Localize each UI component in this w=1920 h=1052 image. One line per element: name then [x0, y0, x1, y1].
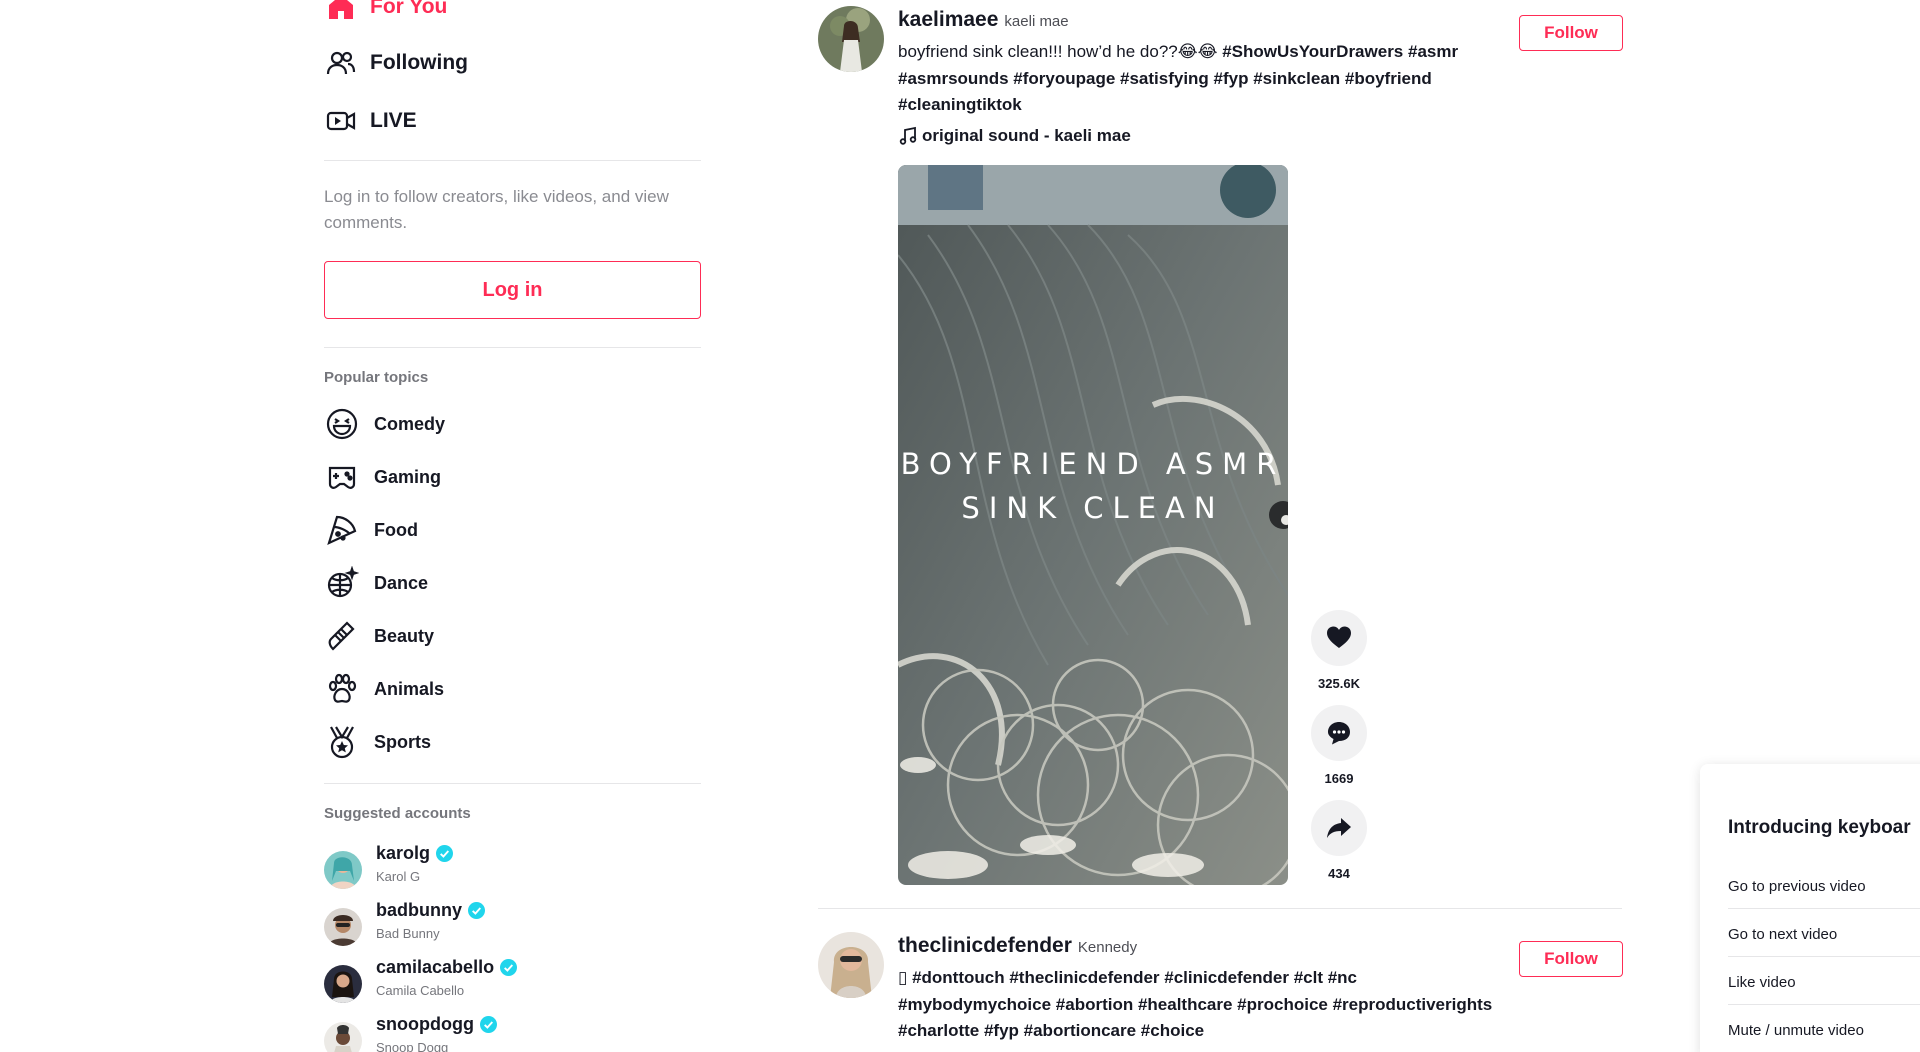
topic-animals[interactable]: Animals: [324, 669, 444, 709]
share-icon: [1327, 818, 1351, 838]
post-avatar[interactable]: [818, 932, 884, 998]
caption-text: boyfriend sink clean!!! how’d he do??😂😂: [898, 42, 1223, 61]
avatar: [324, 908, 362, 946]
dance-icon: [324, 565, 360, 601]
video-overlay-text: BOYFRIEND ASMR SINK CLEAN: [900, 447, 1286, 525]
verified-icon: [500, 959, 518, 976]
account-display-name: Camila Cabello: [376, 983, 465, 998]
gaming-icon: [324, 459, 360, 495]
suggested-account-badbunny[interactable]: badbunny Bad Bunny: [324, 900, 485, 946]
topic-label: Animals: [374, 678, 445, 699]
feed-divider: [818, 908, 1622, 909]
topic-beauty[interactable]: Beauty: [324, 616, 434, 656]
shortcut-divider: [1728, 956, 1920, 957]
shortcut-divider: [1728, 1004, 1920, 1005]
topic-label: Gaming: [374, 466, 442, 487]
post-username[interactable]: kaelimaee: [898, 8, 998, 32]
topic-sports[interactable]: Sports: [324, 722, 431, 762]
account-username: snoopdogg: [376, 1014, 497, 1035]
sidebar: For You Following LIVE Log in to follow …: [324, 0, 702, 1052]
sidebar-divider: [324, 347, 701, 348]
keyboard-shortcuts-panel: Introducing keyboar Go to previous video…: [1700, 764, 1920, 1052]
shortcut-like-video: Like video: [1728, 974, 1796, 991]
caption-text: ▯: [898, 968, 913, 987]
music-link[interactable]: original sound - kaeli mae: [898, 126, 1131, 146]
like-count: 325.6K: [1318, 676, 1360, 691]
sidebar-divider: [324, 783, 701, 784]
music-note-icon: [899, 126, 917, 145]
sports-icon: [324, 724, 360, 760]
suggested-account-snoopdogg[interactable]: snoopdogg Snoop Dogg: [324, 1014, 497, 1052]
keyboard-panel-title: Introducing keyboar: [1728, 817, 1911, 838]
post-nickname: kaeli mae: [1004, 13, 1069, 30]
nav-for-you-label: For You: [370, 0, 448, 18]
account-username: badbunny: [376, 900, 485, 921]
account-display-name: Karol G: [376, 869, 421, 884]
nav-following[interactable]: Following: [324, 43, 468, 83]
account-display-name: Snoop Dogg: [376, 1040, 449, 1052]
verified-icon: [479, 1016, 497, 1033]
nav-following-label: Following: [370, 51, 468, 74]
following-icon: [324, 46, 358, 80]
account-username: camilacabello: [376, 957, 518, 978]
follow-button[interactable]: Follow: [1519, 15, 1623, 51]
comment-count: 1669: [1324, 771, 1354, 786]
avatar: [324, 965, 362, 1003]
animals-icon: [324, 671, 360, 707]
post-avatar[interactable]: [818, 6, 884, 72]
suggested-account-karolg[interactable]: karolg Karol G: [324, 843, 454, 889]
shortcut-mute-video: Mute / unmute video: [1728, 1022, 1864, 1039]
video-player[interactable]: BOYFRIEND ASMR SINK CLEAN: [898, 165, 1288, 885]
topic-comedy[interactable]: Comedy: [324, 404, 445, 444]
live-icon: [324, 104, 358, 138]
share-button[interactable]: [1311, 800, 1367, 856]
verified-icon: [468, 902, 485, 919]
comment-button[interactable]: [1311, 705, 1367, 761]
shortcut-divider: [1728, 908, 1920, 909]
post-username[interactable]: theclinicdefender: [898, 934, 1072, 958]
post-nickname: Kennedy: [1077, 939, 1138, 956]
nav-live[interactable]: LIVE: [324, 101, 417, 141]
topic-food[interactable]: Food: [324, 510, 418, 550]
like-button[interactable]: [1311, 610, 1367, 666]
avatar: [324, 1022, 362, 1052]
beauty-icon: [324, 618, 360, 654]
login-hint: Log in to follow creators, like videos, …: [324, 187, 669, 232]
verified-icon: [436, 845, 454, 862]
suggested-accounts-title: Suggested accounts: [324, 805, 471, 822]
post-caption: ▯ #donttouch #theclinicdefender #clinicd…: [898, 965, 1498, 1045]
topic-gaming[interactable]: Gaming: [324, 457, 441, 497]
popular-topics-title: Popular topics: [324, 369, 429, 386]
topic-label: Sports: [374, 731, 432, 752]
shortcut-next-video: Go to next video: [1728, 926, 1838, 943]
heart-icon: [1327, 626, 1351, 648]
follow-button[interactable]: Follow: [1519, 941, 1623, 977]
share-count: 434: [1328, 866, 1350, 881]
comment-icon: [1328, 722, 1350, 745]
music-title: original sound - kaeli mae: [922, 126, 1131, 145]
topic-label: Beauty: [374, 625, 435, 646]
nav-live-label: LIVE: [370, 109, 417, 132]
caption-hashtags[interactable]: #donttouch #theclinicdefender #clinicdef…: [898, 968, 1492, 1040]
home-icon: [324, 0, 358, 24]
topic-dance[interactable]: Dance: [324, 563, 428, 603]
post-header: theclinicdefender Kennedy: [898, 934, 1137, 958]
topic-label: Dance: [374, 572, 429, 593]
food-icon: [324, 512, 360, 548]
nav-for-you[interactable]: For You: [324, 0, 447, 27]
suggested-account-camilacabello[interactable]: camilacabello Camila Cabello: [324, 957, 518, 1003]
sidebar-divider: [324, 160, 701, 161]
shortcut-previous-video: Go to previous video: [1728, 878, 1866, 895]
post-header: kaelimaee kaeli mae: [898, 8, 1069, 32]
login-button[interactable]: Log in: [324, 261, 701, 319]
account-username: karolg: [376, 843, 454, 864]
comedy-icon: [324, 406, 360, 442]
account-display-name: Bad Bunny: [376, 926, 440, 941]
topic-label: Food: [374, 519, 418, 540]
topic-label: Comedy: [374, 413, 446, 434]
avatar: [324, 851, 362, 889]
post-caption: boyfriend sink clean!!! how’d he do??😂😂 …: [898, 39, 1498, 119]
